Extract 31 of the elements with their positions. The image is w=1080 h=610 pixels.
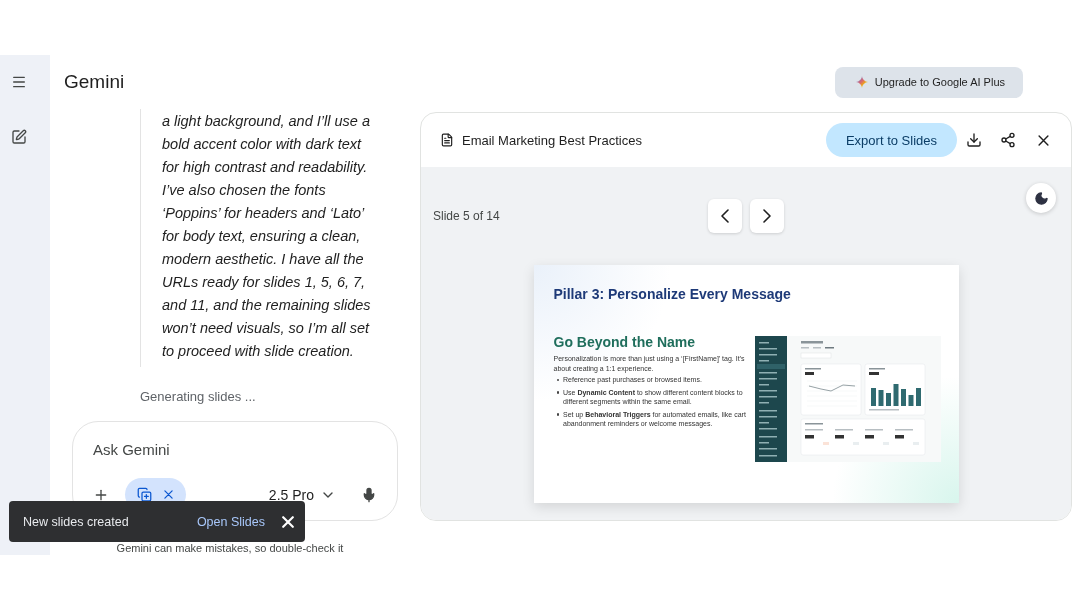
toast-message: New slides created bbox=[23, 514, 129, 529]
document-title: Email Marketing Best Practices bbox=[462, 132, 642, 148]
bullet-icon bbox=[556, 391, 559, 394]
next-button[interactable] bbox=[749, 199, 784, 233]
theme-toggle-button[interactable] bbox=[1026, 183, 1056, 213]
chevron-right-icon bbox=[762, 209, 771, 223]
chevron-left-icon bbox=[720, 209, 729, 223]
open-slides-link[interactable]: Open Slides bbox=[196, 514, 265, 529]
new-chat-icon[interactable] bbox=[11, 129, 27, 145]
chevron-down-icon bbox=[323, 491, 333, 498]
response-paragraph: a light background, and I’ll use a bold accent color with dark text for high contrast and readability. I’ve also chosen the fonts ‘Poppins’ for headers and ‘Lato’ for body text, ensuring a clean, modern aesthetic. I have all the URLs ready for slides 1, 5, 6, 7, and 11, and the remaining slides won’t need visuals, so I’m all set to proceed with slide creation. bbox=[162, 112, 372, 361]
menu-icon[interactable] bbox=[11, 74, 27, 90]
disclaimer-text: Gemini can make mistakes, so double-check it bbox=[115, 542, 345, 554]
status-text: Generating slides ... bbox=[140, 388, 257, 406]
slide-title: Pillar 3: Personalize Every Message bbox=[553, 285, 792, 303]
moon-icon bbox=[1033, 190, 1049, 206]
share-icon[interactable] bbox=[1000, 132, 1016, 148]
previous-button[interactable] bbox=[707, 199, 742, 233]
app-title: Gemini bbox=[64, 70, 125, 94]
close-icon[interactable] bbox=[1038, 134, 1049, 146]
document-icon bbox=[440, 133, 454, 147]
slide-heading: Go Beyond the Name bbox=[553, 334, 697, 350]
bullet-icon bbox=[556, 413, 559, 416]
export-button[interactable]: Export to Slides bbox=[825, 123, 957, 157]
slide-counter: Slide 5 of 14 bbox=[433, 209, 501, 223]
sparkle-icon bbox=[855, 76, 868, 88]
microphone-icon[interactable] bbox=[361, 486, 377, 503]
download-icon[interactable] bbox=[966, 132, 982, 148]
prompt-input[interactable]: Ask Gemini bbox=[93, 439, 213, 459]
upgrade-button[interactable]: Upgrade to Google AI Plus bbox=[834, 66, 1023, 98]
stacked-squares-plus-icon bbox=[137, 487, 152, 502]
